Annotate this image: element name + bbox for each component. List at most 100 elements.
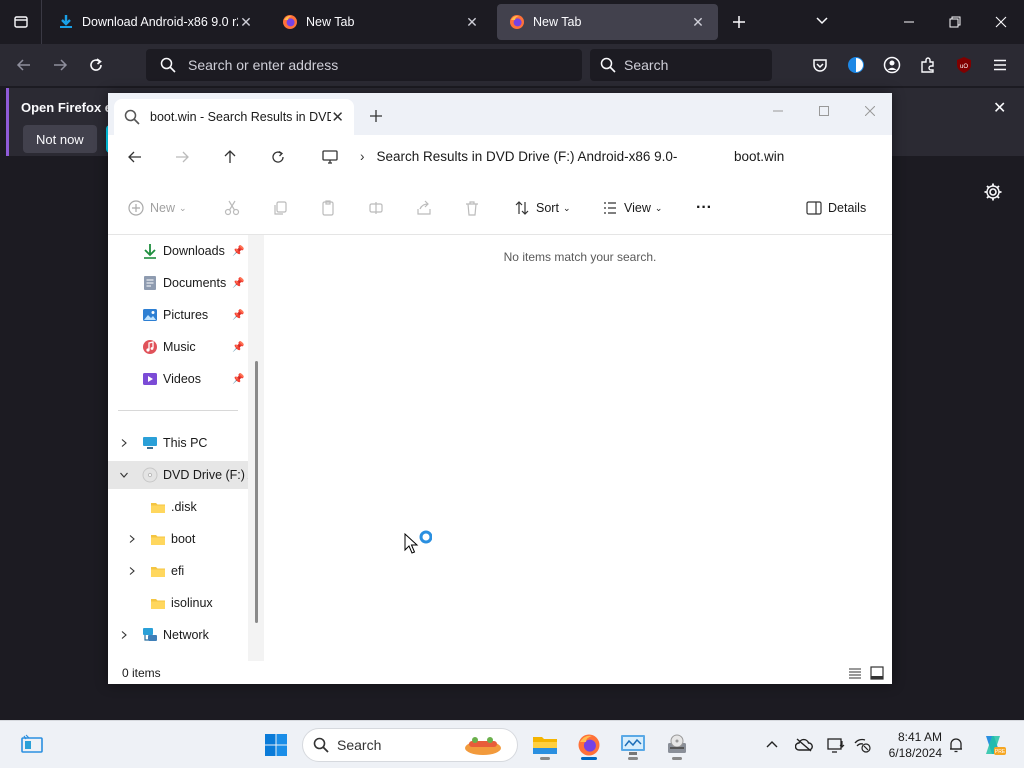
details-pane-button[interactable]: Details — [806, 196, 866, 220]
network-sound-tray-icon[interactable] — [851, 734, 873, 756]
close-icon[interactable]: ✕ — [993, 98, 1006, 118]
close-icon[interactable]: ✕ — [238, 14, 254, 31]
navigation-pane-scrollbar-thumb[interactable] — [255, 361, 258, 623]
tab-new-tab-1[interactable]: New Tab ✕ — [270, 0, 492, 44]
url-bar[interactable]: Search or enter address — [146, 49, 582, 81]
onedrive-tray-icon[interactable] — [793, 734, 815, 756]
pin-icon[interactable]: 📌 — [232, 246, 244, 257]
chevron-right-icon[interactable] — [127, 534, 137, 544]
tab-overflow-button[interactable] — [814, 12, 830, 31]
sidebar-item-videos[interactable]: Videos 📌 — [108, 365, 256, 393]
explorer-forward-button[interactable] — [170, 145, 194, 169]
reload-button[interactable] — [84, 53, 108, 77]
explorer-search-input[interactable]: boot.win — [722, 141, 888, 171]
pocket-button[interactable] — [808, 53, 832, 77]
start-button[interactable] — [260, 729, 292, 761]
clock[interactable]: 8:41 AM 6/18/2024 — [880, 729, 942, 761]
share-button[interactable] — [416, 196, 438, 220]
explorer-minimize-button[interactable] — [758, 97, 798, 125]
chevron-right-icon[interactable] — [119, 438, 129, 448]
sidebar-item-folder-disk[interactable]: .disk — [108, 493, 256, 521]
ublock-origin-button[interactable]: uO — [952, 53, 976, 77]
pin-icon[interactable]: 📌 — [232, 278, 244, 289]
sidebar-item-pictures[interactable]: Pictures 📌 — [108, 301, 256, 329]
chevron-down-icon[interactable] — [119, 470, 129, 480]
sidebar-item-folder-boot[interactable]: boot — [108, 525, 256, 553]
firefox-icon — [283, 15, 297, 29]
new-button[interactable]: New ⌄ — [128, 196, 187, 220]
downloads-icon — [144, 244, 156, 259]
explorer-tab[interactable]: boot.win - Search Results in DVD Drive ✕ — [114, 99, 354, 135]
extensions-button[interactable] — [916, 53, 940, 77]
puzzle-icon — [921, 57, 934, 73]
file-explorer-taskbar-button[interactable] — [529, 729, 561, 761]
arrow-right-icon — [54, 59, 68, 71]
view-button[interactable]: View ⌄ — [602, 196, 662, 220]
app-menu-button[interactable] — [988, 53, 1012, 77]
forward-button[interactable] — [48, 53, 72, 77]
sidebar-item-network[interactable]: Network — [108, 621, 256, 649]
chevron-right-icon[interactable] — [119, 630, 129, 640]
widgets-button[interactable] — [16, 729, 48, 761]
sidebar-item-folder-isolinux[interactable]: isolinux — [108, 589, 256, 617]
firefox-taskbar-button[interactable] — [573, 729, 605, 761]
notifications-button[interactable] — [945, 734, 967, 756]
close-icon[interactable]: ✕ — [690, 14, 706, 31]
see-more-button[interactable]: ··· — [696, 196, 712, 220]
customize-new-tab-button[interactable] — [983, 182, 1003, 205]
new-tab-button[interactable] — [727, 10, 751, 34]
details-view-button[interactable] — [847, 665, 863, 681]
sidebar-item-downloads[interactable]: Downloads 📌 — [108, 237, 256, 265]
control-panel-icon — [621, 735, 645, 755]
show-hidden-icons-button[interactable] — [761, 734, 783, 756]
taskbar-search-box[interactable]: Search — [302, 728, 518, 762]
list-all-tabs-button[interactable] — [0, 0, 42, 44]
address-breadcrumb[interactable]: Search Results in DVD Drive (F:) Android… — [377, 149, 678, 164]
tab-new-tab-active[interactable]: New Tab ✕ — [497, 4, 718, 40]
sidebar-item-documents[interactable]: Documents 📌 — [108, 269, 256, 297]
account-button[interactable] — [880, 53, 904, 77]
delete-button[interactable] — [464, 196, 486, 220]
sidebar-item-folder-efi[interactable]: efi — [108, 557, 256, 585]
explorer-close-button[interactable] — [850, 97, 890, 125]
close-icon[interactable]: ✕ — [464, 14, 480, 31]
explorer-back-button[interactable] — [123, 145, 147, 169]
minimize-button[interactable] — [895, 8, 923, 36]
extension-dark-reader-button[interactable] — [844, 53, 868, 77]
explorer-up-button[interactable] — [218, 145, 242, 169]
display-tray-icon[interactable] — [825, 734, 847, 756]
address-bar[interactable]: › Search Results in DVD Drive (F:) Andro… — [352, 141, 752, 171]
explorer-refresh-button[interactable] — [266, 145, 290, 169]
copilot-button[interactable]: PRE — [978, 734, 1008, 756]
file-list-area[interactable]: No items match your search. — [264, 235, 892, 661]
details-view-icon — [849, 668, 861, 679]
sidebar-item-label: DVD Drive (F:) Android-x86 — [163, 468, 256, 482]
sidebar-item-this-pc[interactable]: This PC — [108, 429, 256, 457]
explorer-new-tab-button[interactable] — [370, 105, 382, 128]
pin-icon[interactable]: 📌 — [232, 342, 244, 353]
search-bar[interactable]: Search — [590, 49, 772, 81]
not-now-button[interactable]: Not now — [23, 125, 97, 153]
control-panel-taskbar-button[interactable] — [617, 729, 649, 761]
cut-button[interactable] — [224, 196, 246, 220]
tiles-view-button[interactable] — [869, 665, 885, 681]
tab-title: New Tab — [533, 15, 582, 29]
chevron-right-icon[interactable] — [127, 566, 137, 576]
this-pc-breadcrumb-button[interactable] — [318, 145, 342, 169]
close-icon[interactable]: ✕ — [331, 108, 344, 126]
close-window-button[interactable] — [987, 8, 1015, 36]
tab-download-android[interactable]: Download Android-x86 9.0 r2 (64-bit) ✕ — [46, 0, 266, 44]
paste-button[interactable] — [320, 196, 342, 220]
explorer-maximize-button[interactable] — [804, 97, 844, 125]
sort-button[interactable]: Sort ⌄ — [514, 196, 570, 220]
rename-button[interactable] — [368, 196, 390, 220]
copy-button[interactable] — [272, 196, 294, 220]
plus-circle-icon — [128, 200, 144, 216]
pin-icon[interactable]: 📌 — [232, 374, 244, 385]
pin-icon[interactable]: 📌 — [232, 310, 244, 321]
disc-image-tool-taskbar-button[interactable] — [661, 729, 693, 761]
back-button[interactable] — [12, 53, 36, 77]
sidebar-item-music[interactable]: Music 📌 — [108, 333, 256, 361]
sidebar-item-dvd-drive[interactable]: DVD Drive (F:) Android-x86 — [108, 461, 256, 489]
restore-button[interactable] — [941, 8, 969, 36]
